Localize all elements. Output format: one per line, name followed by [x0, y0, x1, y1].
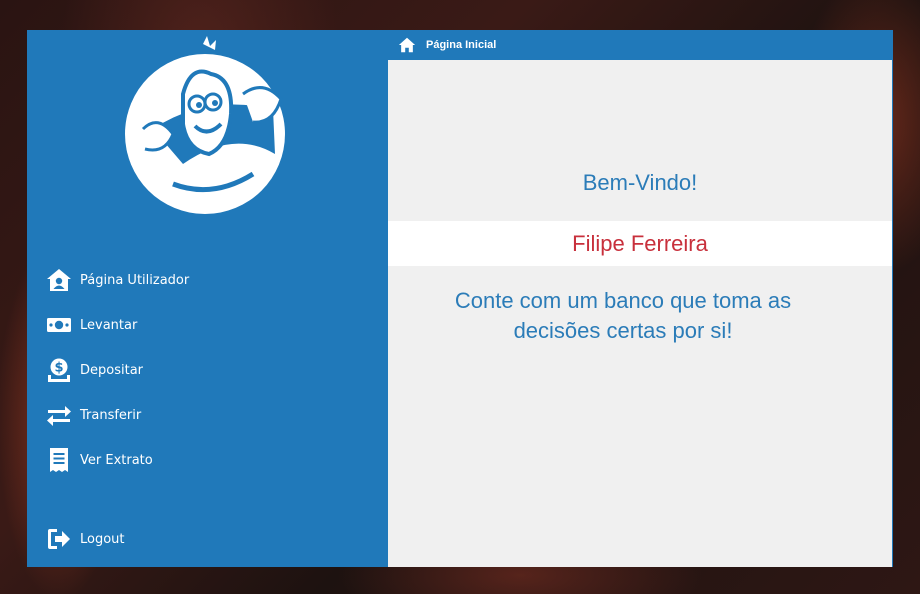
- sidebar-item-label: Depositar: [80, 362, 144, 378]
- logout-button[interactable]: Logout: [45, 524, 125, 554]
- transfer-arrows-icon: [45, 401, 73, 429]
- sidebar-item-pagina-utilizador[interactable]: Página Utilizador: [45, 265, 189, 295]
- welcome-heading: Bem-Vindo!: [582, 170, 698, 195]
- cash-icon: [45, 311, 73, 339]
- user-name: Filipe Ferreira: [572, 230, 708, 256]
- logout-label: Logout: [80, 531, 125, 547]
- sidebar-item-depositar[interactable]: $ Depositar: [45, 355, 143, 385]
- sidebar-item-label: Levantar: [80, 317, 138, 333]
- sign-out-icon: [45, 525, 73, 553]
- monster-mascot-logo: [113, 34, 297, 218]
- page-title: Página Inicial: [426, 39, 497, 51]
- dollar-deposit-icon: $: [45, 356, 73, 384]
- slogan-text: Conte com um banco que toma as decisões …: [454, 288, 792, 343]
- sidebar-item-transferir[interactable]: Transferir: [45, 400, 141, 430]
- svg-text:$: $: [54, 361, 63, 376]
- sidebar: Página Utilizador Levantar $ Depositar T…: [27, 30, 388, 567]
- user-name-band: Filipe Ferreira: [388, 221, 892, 266]
- receipt-icon: [45, 446, 73, 474]
- app-window: Página Utilizador Levantar $ Depositar T…: [27, 30, 893, 567]
- main-content: Bem-Vindo! Filipe Ferreira Conte com um …: [388, 60, 892, 567]
- sidebar-item-levantar[interactable]: Levantar: [45, 310, 137, 340]
- sidebar-item-label: Página Utilizador: [80, 272, 190, 288]
- sidebar-item-ver-extrato[interactable]: Ver Extrato: [45, 445, 153, 475]
- header-bar: Página Inicial: [388, 30, 893, 60]
- user-home-icon: [45, 266, 73, 294]
- sidebar-item-label: Ver Extrato: [80, 452, 153, 468]
- home-icon[interactable]: [398, 35, 418, 55]
- sidebar-item-label: Transferir: [80, 407, 142, 423]
